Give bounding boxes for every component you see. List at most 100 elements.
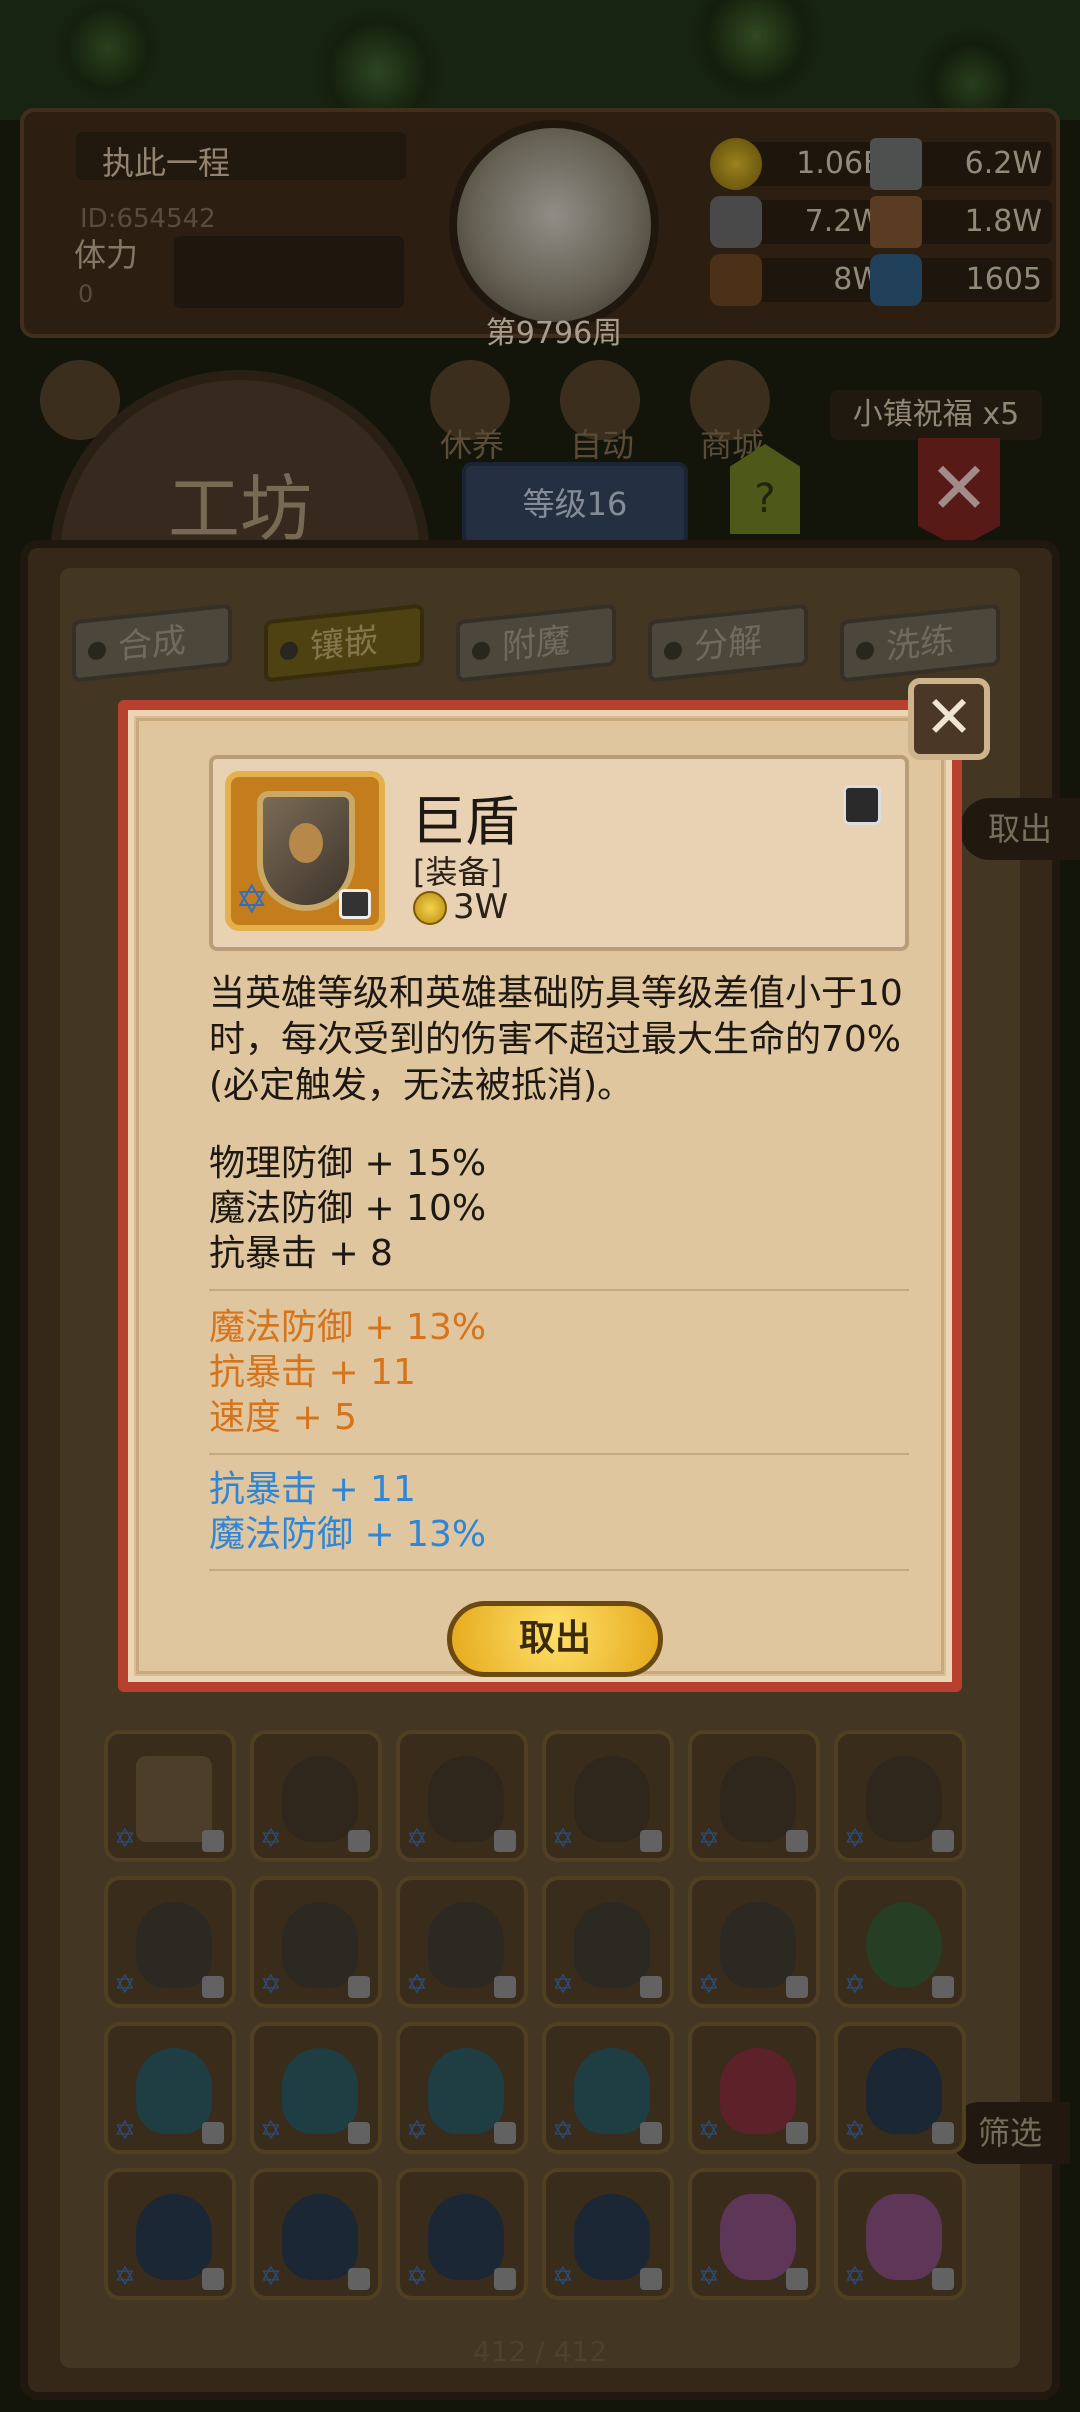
- inventory-slot[interactable]: ✡: [104, 1876, 236, 2008]
- modal-paper: ✡ 巨盾 [装备] 3W 当英雄等级和英雄基础防具等级差值小于10时，每次受到的…: [136, 718, 944, 1677]
- inventory-slot[interactable]: ✡: [834, 2168, 966, 2300]
- cloak-item-icon: [574, 1902, 650, 1988]
- gem-star-icon: ✡: [844, 2116, 866, 2146]
- gem-star-icon: ✡: [698, 2116, 720, 2146]
- resource-value: 1605: [965, 262, 1042, 297]
- inventory-slot[interactable]: ✡: [396, 2168, 528, 2300]
- lock-icon: [339, 889, 371, 919]
- lock-icon: [348, 1830, 370, 1852]
- stamina-label: 体力: [74, 236, 139, 274]
- inventory-slot[interactable]: ✡: [688, 1730, 820, 1862]
- gem-star-icon: ✡: [698, 2262, 720, 2292]
- tab-label: 合成: [118, 620, 186, 668]
- stamina-value: 0: [78, 280, 94, 308]
- inventory-slot[interactable]: ✡: [250, 2022, 382, 2154]
- side-take-button[interactable]: 取出: [960, 798, 1080, 860]
- gem-star-icon: ✡: [260, 1824, 282, 1854]
- item-icon-frame: ✡: [225, 771, 385, 931]
- resource-iron[interactable]: 6.2W: [870, 138, 1052, 190]
- inventory-slot[interactable]: ✡: [104, 2168, 236, 2300]
- resource-wood[interactable]: 8W: [710, 254, 892, 306]
- tab-label: 附魔: [502, 620, 570, 668]
- inventory-slot[interactable]: ✡: [250, 1876, 382, 2008]
- inventory-slot[interactable]: ✡: [688, 2168, 820, 2300]
- resource-gold[interactable]: 1.06E: [710, 138, 892, 190]
- inventory-slot[interactable]: ✡: [396, 1730, 528, 1862]
- take-out-button[interactable]: 取出: [447, 1601, 663, 1677]
- gem-star-icon: ✡: [844, 1824, 866, 1854]
- gem-star-icon: ✡: [114, 1970, 136, 2000]
- gem-star-icon: ✡: [552, 1824, 574, 1854]
- player-header: 执此一程 ID:654542 体力 0 第9796周 1.06E 6.2W 7.…: [20, 108, 1060, 351]
- pouch-item-icon: [720, 2194, 796, 2280]
- resource-stone[interactable]: 7.2W: [710, 196, 892, 248]
- player-name[interactable]: 执此一程: [76, 132, 406, 182]
- filter-button[interactable]: 筛选: [950, 2102, 1070, 2164]
- lock-icon: [348, 2268, 370, 2290]
- lock-icon: [494, 2122, 516, 2144]
- week-counter: 第9796周: [485, 316, 623, 351]
- stat-line: 速度 + 5: [209, 1397, 357, 1438]
- resource-crystal[interactable]: 1605: [870, 254, 1052, 306]
- helmet-item-icon: [136, 2048, 212, 2134]
- gem-stats: 抗暴击 + 11 魔法防御 + 13%: [209, 1467, 919, 1557]
- lock-icon: [786, 2122, 808, 2144]
- divider: [209, 1289, 909, 1291]
- lock-icon: [640, 1830, 662, 1852]
- inventory-slot[interactable]: ✡: [688, 1876, 820, 2008]
- inventory-slot[interactable]: ✡: [396, 1876, 528, 2008]
- lock-icon: [786, 2268, 808, 2290]
- inventory-slot[interactable]: ✡: [834, 2022, 966, 2154]
- cloak-item-icon: [720, 1902, 796, 1988]
- inventory-slot[interactable]: ✡: [542, 1730, 674, 1862]
- inventory-slot[interactable]: ✡: [542, 1876, 674, 2008]
- rest-label[interactable]: 休养: [440, 420, 504, 466]
- inventory-slot[interactable]: ✡: [834, 1730, 966, 1862]
- ring-item-icon: [866, 1902, 942, 1988]
- inventory-slot[interactable]: ✡: [834, 1876, 966, 2008]
- lock-toggle-icon[interactable]: [843, 785, 881, 825]
- tab-dot: [664, 640, 682, 661]
- inventory-slot[interactable]: ✡: [688, 2022, 820, 2154]
- lock-icon: [932, 2122, 954, 2144]
- player-avatar[interactable]: [449, 120, 659, 330]
- tab-label: 镶嵌: [310, 620, 378, 668]
- tab-dot: [856, 640, 874, 661]
- close-icon[interactable]: ✕: [908, 678, 990, 760]
- level-button[interactable]: 等级16: [462, 462, 688, 546]
- resource-value: 6.2W: [964, 146, 1042, 181]
- gem-star-icon: ✡: [260, 1970, 282, 2000]
- inventory-slot[interactable]: ✡: [542, 2168, 674, 2300]
- shield-item-icon: [428, 1756, 504, 1842]
- inventory-slot[interactable]: ✡: [396, 2022, 528, 2154]
- inventory-slot[interactable]: ✡: [542, 2022, 674, 2154]
- item-name: 巨盾: [411, 790, 519, 853]
- town-blessing-badge[interactable]: 小镇祝福 x5: [830, 390, 1042, 440]
- inventory-slot[interactable]: ✡: [104, 2022, 236, 2154]
- inventory-count: 412 / 412: [472, 2335, 608, 2368]
- lock-icon: [348, 1976, 370, 1998]
- base-stats: 物理防御 + 15% 魔法防御 + 10% 抗暴击 + 8: [209, 1141, 919, 1276]
- item-card: ✡ 巨盾 [装备] 3W: [209, 755, 909, 951]
- chest-item-icon: [136, 1756, 212, 1842]
- helmet-item-icon: [428, 2048, 504, 2134]
- exit-workshop-button[interactable]: ✕: [918, 438, 1000, 548]
- gem-star-icon: ✡: [114, 2116, 136, 2146]
- gem-star-icon: ✡: [260, 2262, 282, 2292]
- enchant-stats: 魔法防御 + 13% 抗暴击 + 11 速度 + 5: [209, 1305, 919, 1440]
- iron-ingot-icon: [870, 138, 922, 190]
- gem-star-icon: ✡: [406, 2262, 428, 2292]
- stamina-bar: [174, 236, 404, 308]
- auto-label[interactable]: 自动: [570, 420, 634, 466]
- inventory-slot[interactable]: ✡: [250, 2168, 382, 2300]
- resource-leather[interactable]: 1.8W: [870, 196, 1052, 248]
- stone-ore-icon: [710, 196, 762, 248]
- inventory-slot[interactable]: ✡: [250, 1730, 382, 1862]
- inventory-slot[interactable]: ✡: [104, 1730, 236, 1862]
- item-description: 当英雄等级和英雄基础防具等级差值小于10时，每次受到的伤害不超过最大生命的70%…: [209, 973, 903, 1106]
- wood-log-icon: [710, 254, 762, 306]
- gem-star-icon: ✡: [406, 1970, 428, 2000]
- helmet-item-icon: [574, 2048, 650, 2134]
- axe-item-icon: [720, 2048, 796, 2134]
- lock-icon: [640, 2122, 662, 2144]
